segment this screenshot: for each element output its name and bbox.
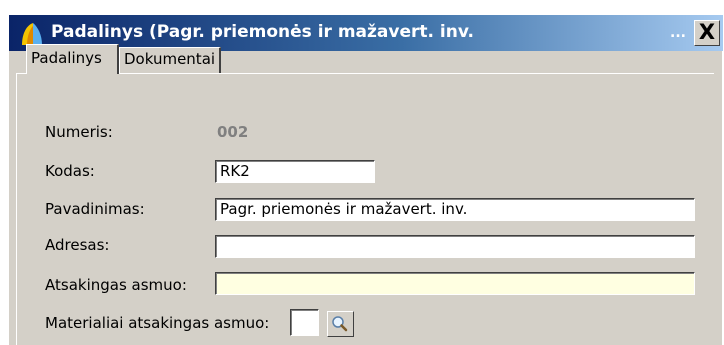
pavadinimas-field[interactable]: Pagr. priemonės ir mažavert. inv. [215,198,695,221]
atsakingas-field[interactable] [215,272,695,295]
lookup-button[interactable] [327,311,354,337]
materialiai-label: Materialiai atsakingas asmuo: [45,314,270,332]
adresas-label: Adresas: [45,236,110,254]
kodas-label: Kodas: [45,162,95,180]
atsakingas-label: Atsakingas asmuo: [45,276,187,294]
close-button[interactable]: X [694,20,720,46]
materialiai-field[interactable] [290,309,319,336]
numeris-label: Numeris: [45,123,113,141]
numeris-value: 002 [217,123,249,141]
adresas-field[interactable] [215,235,695,258]
title-overflow: ... [670,25,686,41]
magnifier-icon [332,316,348,332]
tab-dokumentai[interactable]: Dokumentai [119,47,221,74]
tab-padalinys[interactable]: Padalinys [26,44,119,74]
pavadinimas-label: Pavadinimas: [45,200,145,218]
window-title: Padalinys (Pagr. priemonės ir mažavert. … [51,22,474,42]
kodas-field[interactable]: RK2 [215,160,375,183]
